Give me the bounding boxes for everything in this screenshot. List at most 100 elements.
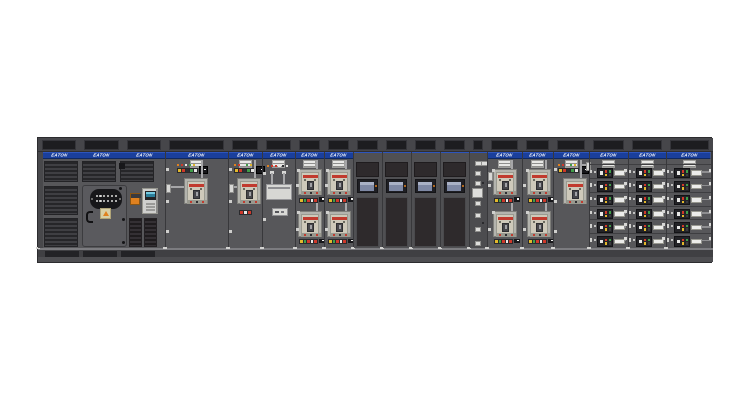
breaker-label-dot — [343, 221, 345, 223]
feeder-breaker-dot — [671, 184, 673, 186]
feeder-row — [666, 207, 713, 219]
indicator-light — [566, 164, 568, 166]
indicator-light — [609, 170, 612, 173]
indicator-light — [686, 215, 689, 218]
breaker-handle-slot — [575, 192, 577, 196]
indicator-light — [686, 184, 689, 187]
feeder-module — [674, 236, 690, 247]
breaker-status-dot — [304, 192, 306, 194]
hinge-mark — [554, 168, 557, 171]
breaker-unit — [327, 211, 351, 237]
breaker-label-dot — [499, 221, 501, 223]
indicator-light — [648, 211, 651, 214]
feeder-row — [589, 180, 628, 192]
breaker-red-band — [303, 175, 318, 178]
feeder-breaker-dot — [633, 184, 635, 186]
cable-gland-plate — [90, 189, 122, 209]
indicator-light — [648, 201, 651, 204]
feeder-row — [628, 207, 666, 219]
indicator-light — [609, 197, 612, 200]
dark-vent — [144, 218, 157, 247]
mcc-display — [386, 179, 407, 193]
breaker-status-dot — [333, 192, 335, 194]
breaker-label-dot — [190, 188, 192, 190]
top-vent-panel — [473, 140, 483, 150]
indicator-light — [682, 242, 685, 245]
breaker-label-dot — [509, 179, 511, 181]
feeder-row — [666, 235, 713, 247]
indicator-light — [644, 211, 647, 214]
indicator-light — [609, 184, 612, 187]
feeder-module — [597, 168, 613, 179]
latch-dash — [520, 247, 524, 249]
line-connector — [229, 184, 234, 193]
feeder-latch — [624, 182, 628, 185]
top-vent-panel — [42, 140, 76, 150]
breaker-handle-slot — [196, 192, 198, 196]
breaker-unit — [493, 211, 517, 237]
feeder-row — [589, 166, 628, 178]
indicator-light — [189, 164, 191, 166]
latch-dash — [485, 247, 489, 249]
mcc-screen-line — [418, 182, 432, 185]
gland-hole — [96, 195, 98, 197]
breaker-unit — [237, 178, 261, 204]
feeder-row — [666, 166, 713, 178]
breaker-label-dot — [569, 188, 571, 190]
hinge-mark — [667, 224, 669, 228]
feeder-breaker-dot — [671, 225, 673, 227]
indicator-light — [639, 185, 642, 189]
indicator-light — [682, 187, 685, 190]
indicator-light — [644, 228, 647, 231]
gland-hole — [99, 200, 101, 202]
feeder-latch — [662, 210, 666, 213]
indicator-light — [609, 228, 612, 231]
latch-dash — [322, 247, 326, 249]
hinge-mark — [526, 169, 529, 172]
indicator-light — [686, 197, 689, 200]
louver-vent — [82, 161, 116, 182]
indicator-light — [644, 187, 647, 190]
divider — [487, 152, 488, 248]
door-handle-icon — [86, 211, 93, 223]
feeder-latch — [662, 223, 666, 226]
indicator-light — [648, 184, 651, 187]
riser-clip — [475, 227, 481, 232]
indicator-light — [648, 174, 651, 177]
hinge-mark — [166, 230, 169, 233]
breaker-status-dot — [243, 201, 245, 203]
hinge-mark — [296, 184, 299, 187]
brand-logo-wrap: EATON — [228, 154, 262, 159]
breaker-status-dot — [310, 192, 312, 194]
indicator-light — [677, 198, 680, 202]
breaker-status-dot — [304, 234, 306, 236]
mcc-power-led — [404, 185, 407, 188]
breaker-unit — [184, 178, 208, 204]
brand-logo: EATON — [600, 154, 617, 158]
indicator-light — [282, 165, 284, 167]
brand-logo: EATON — [135, 154, 152, 158]
vent-grille — [332, 160, 345, 168]
breaker-handle-slot — [310, 225, 312, 229]
riser-clip — [475, 181, 481, 186]
hinge-mark — [667, 197, 669, 201]
screw-dot — [119, 187, 122, 190]
indicator-light — [644, 225, 647, 228]
indicator-light — [247, 210, 252, 215]
top-vent-panel — [169, 140, 224, 150]
indicator-light — [686, 211, 689, 214]
brand-logo: EATON — [330, 154, 347, 158]
hinge-mark — [590, 197, 592, 201]
breaker-status-dot — [539, 234, 541, 236]
brand-logo: EATON — [51, 154, 68, 158]
breaker-status-dot — [505, 192, 507, 194]
indicator-light — [644, 170, 647, 173]
indicator-light — [609, 242, 612, 245]
breaker-label-dot — [499, 179, 501, 181]
indicator-light — [644, 197, 647, 200]
screw-dot — [482, 222, 484, 224]
hinge-mark — [667, 211, 669, 215]
indicator-light — [278, 165, 280, 167]
brand-logo-wrap: EATON — [589, 154, 628, 159]
feeder-module — [597, 222, 613, 233]
